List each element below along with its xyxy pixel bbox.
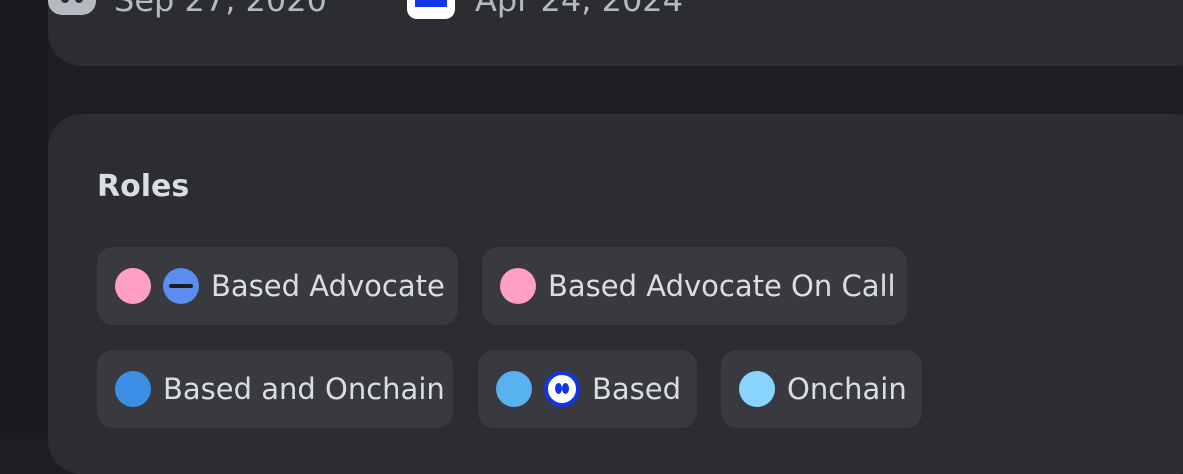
minus-face-icon	[163, 268, 199, 304]
server-icon	[406, 0, 455, 19]
left-rail	[0, 0, 48, 439]
role-color-dot	[115, 371, 151, 407]
role-color-dot	[115, 268, 151, 304]
role-label: Based	[592, 372, 682, 406]
based-mascot-icon	[544, 371, 580, 407]
role-pill-based-and-onchain[interactable]: Based and Onchain	[97, 350, 453, 428]
role-label: Based Advocate	[211, 269, 445, 303]
server-join-date: Apr 24, 2024	[474, 0, 684, 19]
role-pill-based-advocate-on-call[interactable]: Based Advocate On Call	[482, 247, 907, 325]
role-pill-based-advocate[interactable]: Based Advocate	[97, 247, 458, 325]
role-color-dot	[500, 268, 536, 304]
role-color-dot	[496, 371, 532, 407]
discord-join-date: Sep 27, 2020	[114, 0, 327, 19]
discord-member-since: Sep 27, 2020	[48, 0, 327, 19]
role-label: Based and Onchain	[163, 372, 445, 406]
role-label: Based Advocate On Call	[548, 269, 896, 303]
roles-heading: Roles	[97, 169, 190, 204]
server-member-since: Apr 24, 2024	[406, 0, 684, 19]
member-since-row: Sep 27, 2020 Apr 24, 2024	[48, 0, 763, 22]
discord-icon	[48, 0, 96, 15]
role-pill-based[interactable]: Based	[478, 350, 697, 428]
role-label: Onchain	[787, 372, 907, 406]
role-color-dot	[739, 371, 775, 407]
role-pill-onchain[interactable]: Onchain	[721, 350, 922, 428]
